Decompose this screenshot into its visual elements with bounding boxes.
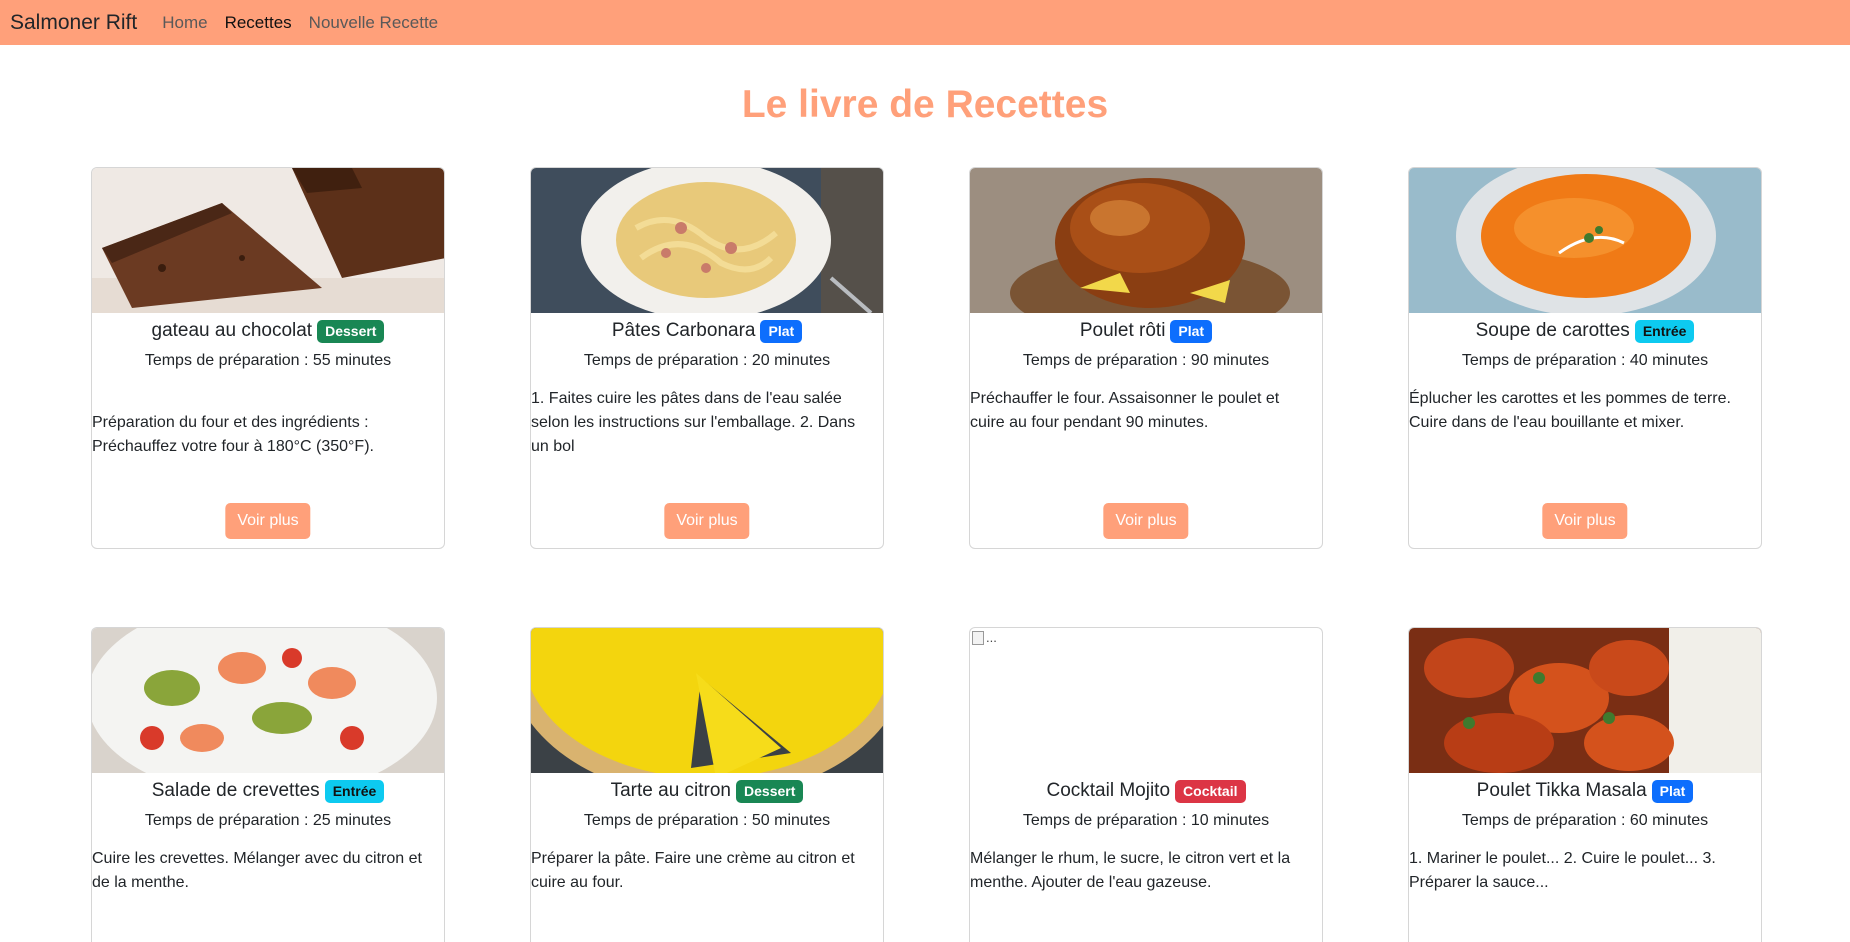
recipe-card: gateau au chocolat Dessert Temps de prép… bbox=[91, 167, 445, 549]
category-badge: Entrée bbox=[324, 779, 385, 803]
voir-plus-button[interactable]: Voir plus bbox=[1542, 503, 1628, 539]
recipe-name: Tarte au citron bbox=[610, 780, 732, 801]
recipe-description: Mélanger le rhum, le sucre, le citron ve… bbox=[970, 850, 1291, 891]
recipe-description: Préparer la pâte. Faire une crème au cit… bbox=[531, 850, 855, 891]
category-badge: Entrée bbox=[1634, 319, 1695, 343]
recipe-name: Soupe de carottes bbox=[1475, 320, 1630, 341]
recipe-image bbox=[531, 168, 883, 313]
prep-time: Temps de préparation : 90 minutes bbox=[1022, 352, 1270, 369]
recipe-name: Pâtes Carbonara bbox=[611, 320, 756, 341]
recipe-name: Poulet Tikka Masala bbox=[1476, 780, 1647, 801]
prep-time: Temps de préparation : 20 minutes bbox=[583, 352, 831, 369]
nav-home[interactable]: Home bbox=[162, 13, 207, 33]
recipe-name: Poulet rôti bbox=[1079, 320, 1166, 341]
voir-plus-button[interactable]: Voir plus bbox=[225, 503, 311, 539]
recipe-card: ... Cocktail Mojito Cocktail Temps de pr… bbox=[969, 627, 1323, 942]
voir-plus-button[interactable]: Voir plus bbox=[664, 503, 750, 539]
recipe-card: Salade de crevettes Entrée Temps de prép… bbox=[91, 627, 445, 942]
recipe-description: 1. Mariner le poulet... 2. Cuire le poul… bbox=[1409, 850, 1716, 891]
prep-time: Temps de préparation : 55 minutes bbox=[144, 352, 392, 369]
recipe-name: Salade de crevettes bbox=[151, 780, 320, 801]
recipe-description: Cuire les crevettes. Mélanger avec du ci… bbox=[92, 850, 422, 891]
recipe-image bbox=[970, 168, 1322, 313]
recipe-name: gateau au chocolat bbox=[151, 320, 313, 341]
recipe-description: Préparation du four et des ingrédients :… bbox=[92, 414, 374, 455]
nav-nouvelle-recette[interactable]: Nouvelle Recette bbox=[309, 13, 438, 33]
recipe-image bbox=[92, 168, 444, 313]
nav-recettes[interactable]: Recettes bbox=[225, 13, 292, 33]
category-badge: Plat bbox=[1651, 779, 1694, 803]
recipe-image bbox=[92, 628, 444, 773]
recipe-description: Éplucher les carottes et les pommes de t… bbox=[1409, 390, 1731, 431]
image-alt-text: ... bbox=[986, 630, 997, 645]
prep-time: Temps de préparation : 50 minutes bbox=[583, 812, 831, 829]
recipe-card: Tarte au citron Dessert Temps de prépara… bbox=[530, 627, 884, 942]
prep-time: Temps de préparation : 25 minutes bbox=[144, 812, 392, 829]
broken-image-icon bbox=[972, 630, 984, 645]
voir-plus-button[interactable]: Voir plus bbox=[1103, 503, 1189, 539]
recipe-image bbox=[1409, 168, 1761, 313]
category-badge: Dessert bbox=[736, 779, 804, 803]
recipe-image-broken: ... bbox=[970, 628, 1322, 773]
prep-time: Temps de préparation : 60 minutes bbox=[1461, 812, 1709, 829]
recipe-image bbox=[1409, 628, 1761, 773]
navbar: Salmoner Rift Home Recettes Nouvelle Rec… bbox=[0, 0, 1850, 45]
category-badge: Cocktail bbox=[1175, 779, 1246, 803]
category-badge: Plat bbox=[760, 319, 803, 343]
recipe-card: Soupe de carottes Entrée Temps de prépar… bbox=[1408, 167, 1762, 549]
prep-time: Temps de préparation : 10 minutes bbox=[1022, 812, 1270, 829]
recipe-name: Cocktail Mojito bbox=[1046, 780, 1171, 801]
recipe-description: Préchauffer le four. Assaisonner le poul… bbox=[970, 390, 1280, 431]
recipe-card: Poulet rôti Plat Temps de préparation : … bbox=[969, 167, 1323, 549]
category-badge: Dessert bbox=[317, 319, 385, 343]
brand-link[interactable]: Salmoner Rift bbox=[10, 11, 137, 35]
recipe-card: Poulet Tikka Masala Plat Temps de prépar… bbox=[1408, 627, 1762, 942]
recipe-description: 1. Faites cuire les pâtes dans de l'eau … bbox=[531, 390, 856, 455]
prep-time: Temps de préparation : 40 minutes bbox=[1461, 352, 1709, 369]
category-badge: Plat bbox=[1170, 319, 1213, 343]
recipe-image bbox=[531, 628, 883, 773]
recipe-card: Pâtes Carbonara Plat Temps de préparatio… bbox=[530, 167, 884, 549]
page-title: Le livre de Recettes bbox=[741, 83, 1109, 126]
